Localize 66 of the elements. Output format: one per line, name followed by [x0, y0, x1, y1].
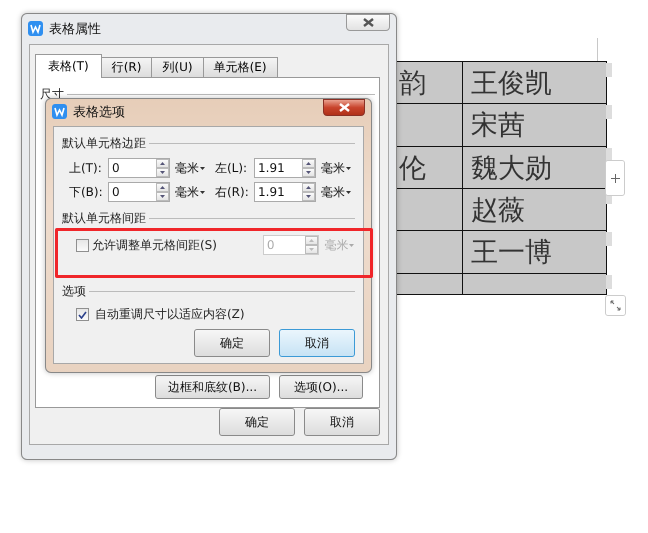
spin-up-button[interactable]: [302, 159, 315, 168]
down-arrow-icon: [160, 195, 165, 198]
row-marker: [606, 232, 612, 246]
spin-down-button[interactable]: [302, 168, 315, 177]
app-icon: [28, 21, 43, 36]
up-arrow-icon: [309, 239, 314, 242]
dialog-button[interactable]: 选项(O)...: [279, 375, 363, 399]
down-arrow-icon: [309, 248, 314, 251]
cancel-button[interactable]: 取消: [279, 329, 355, 357]
checkbox[interactable]: [76, 308, 89, 321]
caret-icon: [346, 190, 351, 194]
checkbox-label: 自动重调尺寸以适应内容(Z): [95, 306, 245, 323]
group-label: 默认单元格边距: [62, 135, 146, 152]
row-marker: [606, 275, 612, 289]
add-column-button[interactable]: [605, 160, 625, 196]
unit-dropdown[interactable]: 毫米: [173, 160, 209, 176]
window-title: 表格属性: [49, 20, 101, 38]
up-arrow-icon: [160, 186, 165, 189]
tab[interactable]: 单元格(E): [202, 57, 278, 78]
ok-button[interactable]: 确定: [219, 408, 295, 436]
spin-field[interactable]: 1.91: [254, 158, 316, 178]
row-marker: [606, 105, 612, 119]
field-label: 上(T):: [69, 160, 103, 176]
caret-icon: [346, 166, 351, 170]
field-label: 左(L):: [215, 160, 248, 176]
tab[interactable]: 表格(T): [35, 54, 102, 78]
up-arrow-icon: [306, 162, 311, 165]
spin-field[interactable]: 0: [108, 182, 170, 202]
down-arrow-icon: [306, 171, 311, 174]
spin-field[interactable]: 0: [108, 158, 170, 178]
close-icon: [362, 18, 374, 27]
group-label: 默认单元格间距: [62, 210, 146, 227]
spin-down-button[interactable]: [156, 168, 169, 177]
down-arrow-icon: [160, 171, 165, 174]
tab[interactable]: 列(U): [151, 57, 204, 78]
resize-icon: [610, 300, 621, 311]
spin-up-button[interactable]: [156, 159, 169, 168]
table-cell: 王俊凯: [462, 62, 606, 104]
row-marker: [606, 63, 612, 77]
caret-icon: [200, 166, 205, 170]
plus-icon: [610, 174, 620, 182]
close-icon: [338, 103, 350, 112]
close-button[interactable]: [323, 99, 365, 116]
caret-icon: [349, 244, 354, 246]
checkbox-label: 允许调整单元格间距(S): [92, 236, 218, 254]
up-arrow-icon: [306, 186, 311, 189]
unit-dropdown[interactable]: 毫米: [173, 184, 209, 200]
tab[interactable]: 行(R): [100, 57, 152, 78]
field-label: 右(R):: [215, 184, 250, 200]
up-arrow-icon: [160, 162, 165, 165]
cancel-button[interactable]: 取消: [304, 408, 380, 436]
field-label: 下(B):: [69, 184, 104, 200]
group-label: 选项: [62, 283, 86, 300]
ok-button[interactable]: 确定: [194, 329, 270, 357]
app-icon: [52, 104, 67, 119]
window-title: 表格选项: [73, 104, 125, 120]
caret-icon: [200, 190, 205, 194]
dialog-button[interactable]: 边框和底纹(B)...: [155, 375, 270, 399]
spin-down-button[interactable]: [156, 192, 169, 201]
resize-table-button[interactable]: [605, 295, 626, 316]
spin-up-button[interactable]: [302, 183, 315, 192]
down-arrow-icon: [306, 195, 311, 198]
spin-up-button[interactable]: [156, 183, 169, 192]
spin-down-button[interactable]: [302, 192, 315, 201]
spin-field[interactable]: 1.91: [254, 182, 316, 202]
close-button[interactable]: [346, 14, 390, 31]
